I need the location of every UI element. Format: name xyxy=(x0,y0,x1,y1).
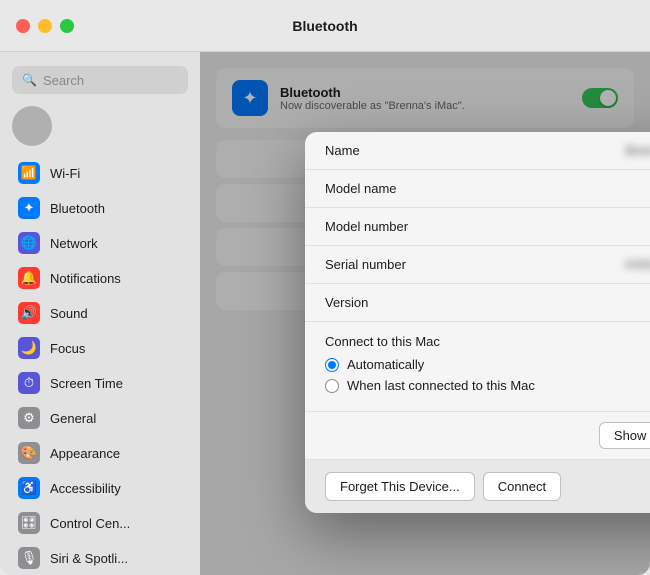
sidebar-item-controlcenter[interactable]: 🎛 Control Cen... xyxy=(6,506,194,540)
focus-icon: 🌙 xyxy=(18,337,40,359)
appearance-icon: 🎨 xyxy=(18,442,40,464)
search-icon: 🔍 xyxy=(22,73,37,87)
main-window: Bluetooth 🔍 Search 📶 Wi-Fi ✦ Bluetooth 🌐 xyxy=(0,0,650,575)
wifi-icon: 📶 xyxy=(18,162,40,184)
modal-field-serial: Serial number HXN12345ABCD xyxy=(305,246,650,284)
sidebar: 🔍 Search 📶 Wi-Fi ✦ Bluetooth 🌐 Network 🔔… xyxy=(0,52,200,575)
search-bar[interactable]: 🔍 Search xyxy=(12,66,188,94)
sidebar-item-wifi[interactable]: 📶 Wi-Fi xyxy=(6,156,194,190)
sidebar-item-label: Screen Time xyxy=(50,376,123,391)
general-icon: ⚙ xyxy=(18,407,40,429)
connect-section-label: Connect to this Mac xyxy=(325,334,650,349)
connect-button[interactable]: Connect xyxy=(483,472,561,501)
sidebar-item-general[interactable]: ⚙ General xyxy=(6,401,194,435)
footer-left: Forget This Device... Connect xyxy=(325,472,561,501)
content-area: 🔍 Search 📶 Wi-Fi ✦ Bluetooth 🌐 Network 🔔… xyxy=(0,52,650,575)
screentime-icon: ⏱ xyxy=(18,372,40,394)
notifications-icon: 🔔 xyxy=(18,267,40,289)
sidebar-item-siri[interactable]: 🎙 Siri & Spotli... xyxy=(6,541,194,575)
sidebar-item-accessibility[interactable]: ♿ Accessibility xyxy=(6,471,194,505)
network-icon: 🌐 xyxy=(18,232,40,254)
bluetooth-icon: ✦ xyxy=(18,197,40,219)
maximize-button[interactable] xyxy=(60,19,74,33)
title-bar: Bluetooth xyxy=(0,0,650,52)
modal-field-name: Name Brenna's AirPods xyxy=(305,132,650,170)
modal-footer: Forget This Device... Connect Done xyxy=(305,460,650,513)
sidebar-item-label: Network xyxy=(50,236,98,251)
avatar xyxy=(12,106,52,146)
sidebar-item-label: Accessibility xyxy=(50,481,121,496)
find-my-button[interactable]: Show in Find My xyxy=(599,422,650,449)
radio-last[interactable]: When last connected to this Mac xyxy=(325,378,650,393)
serial-value: HXN12345ABCD xyxy=(625,257,650,272)
modal-body: Name Brenna's AirPods Model name AirPods… xyxy=(305,132,650,460)
sidebar-item-label: Wi-Fi xyxy=(50,166,80,181)
sidebar-item-label: Control Cen... xyxy=(50,516,130,531)
sidebar-item-label: Focus xyxy=(50,341,85,356)
radio-last-btn[interactable] xyxy=(325,379,339,393)
connect-section: Connect to this Mac Automatically When l… xyxy=(305,322,650,412)
sidebar-item-label: Appearance xyxy=(50,446,120,461)
modal-field-model-name: Model name AirPods xyxy=(305,170,650,208)
version-label: Version xyxy=(325,295,368,310)
close-button[interactable] xyxy=(16,19,30,33)
sidebar-item-label: Notifications xyxy=(50,271,121,286)
minimize-button[interactable] xyxy=(38,19,52,33)
main-content: ✦ Bluetooth Now discoverable as "Brenna'… xyxy=(200,52,650,575)
sidebar-item-appearance[interactable]: 🎨 Appearance xyxy=(6,436,194,470)
sidebar-item-focus[interactable]: 🌙 Focus xyxy=(6,331,194,365)
controlcenter-icon: 🎛 xyxy=(18,512,40,534)
device-detail-modal: Name Brenna's AirPods Model name AirPods… xyxy=(305,132,650,513)
sound-icon: 🔊 xyxy=(18,302,40,324)
radio-last-label: When last connected to this Mac xyxy=(347,378,535,393)
siri-icon: 🎙 xyxy=(18,547,40,569)
window-controls xyxy=(16,19,74,33)
sidebar-item-label: Sound xyxy=(50,306,88,321)
sidebar-item-network[interactable]: 🌐 Network xyxy=(6,226,194,260)
sidebar-item-label: Siri & Spotli... xyxy=(50,551,128,566)
sidebar-item-label: Bluetooth xyxy=(50,201,105,216)
model-number-label: Model number xyxy=(325,219,408,234)
modal-field-version: Version 4E71 xyxy=(305,284,650,322)
name-label: Name xyxy=(325,143,360,158)
accessibility-icon: ♿ xyxy=(18,477,40,499)
radio-auto-label: Automatically xyxy=(347,357,424,372)
search-placeholder: Search xyxy=(43,73,84,88)
name-value: Brenna's AirPods xyxy=(626,143,650,158)
modal-field-model-number: Model number A2564 xyxy=(305,208,650,246)
radio-auto-btn[interactable] xyxy=(325,358,339,372)
find-my-row: Show in Find My xyxy=(305,412,650,460)
window-title: Bluetooth xyxy=(292,18,357,34)
sidebar-item-bluetooth[interactable]: ✦ Bluetooth xyxy=(6,191,194,225)
model-name-label: Model name xyxy=(325,181,397,196)
radio-auto[interactable]: Automatically xyxy=(325,357,650,372)
sidebar-item-screentime[interactable]: ⏱ Screen Time xyxy=(6,366,194,400)
sidebar-item-label: General xyxy=(50,411,96,426)
forget-device-button[interactable]: Forget This Device... xyxy=(325,472,475,501)
sidebar-item-sound[interactable]: 🔊 Sound xyxy=(6,296,194,330)
sidebar-item-notifications[interactable]: 🔔 Notifications xyxy=(6,261,194,295)
serial-label: Serial number xyxy=(325,257,406,272)
